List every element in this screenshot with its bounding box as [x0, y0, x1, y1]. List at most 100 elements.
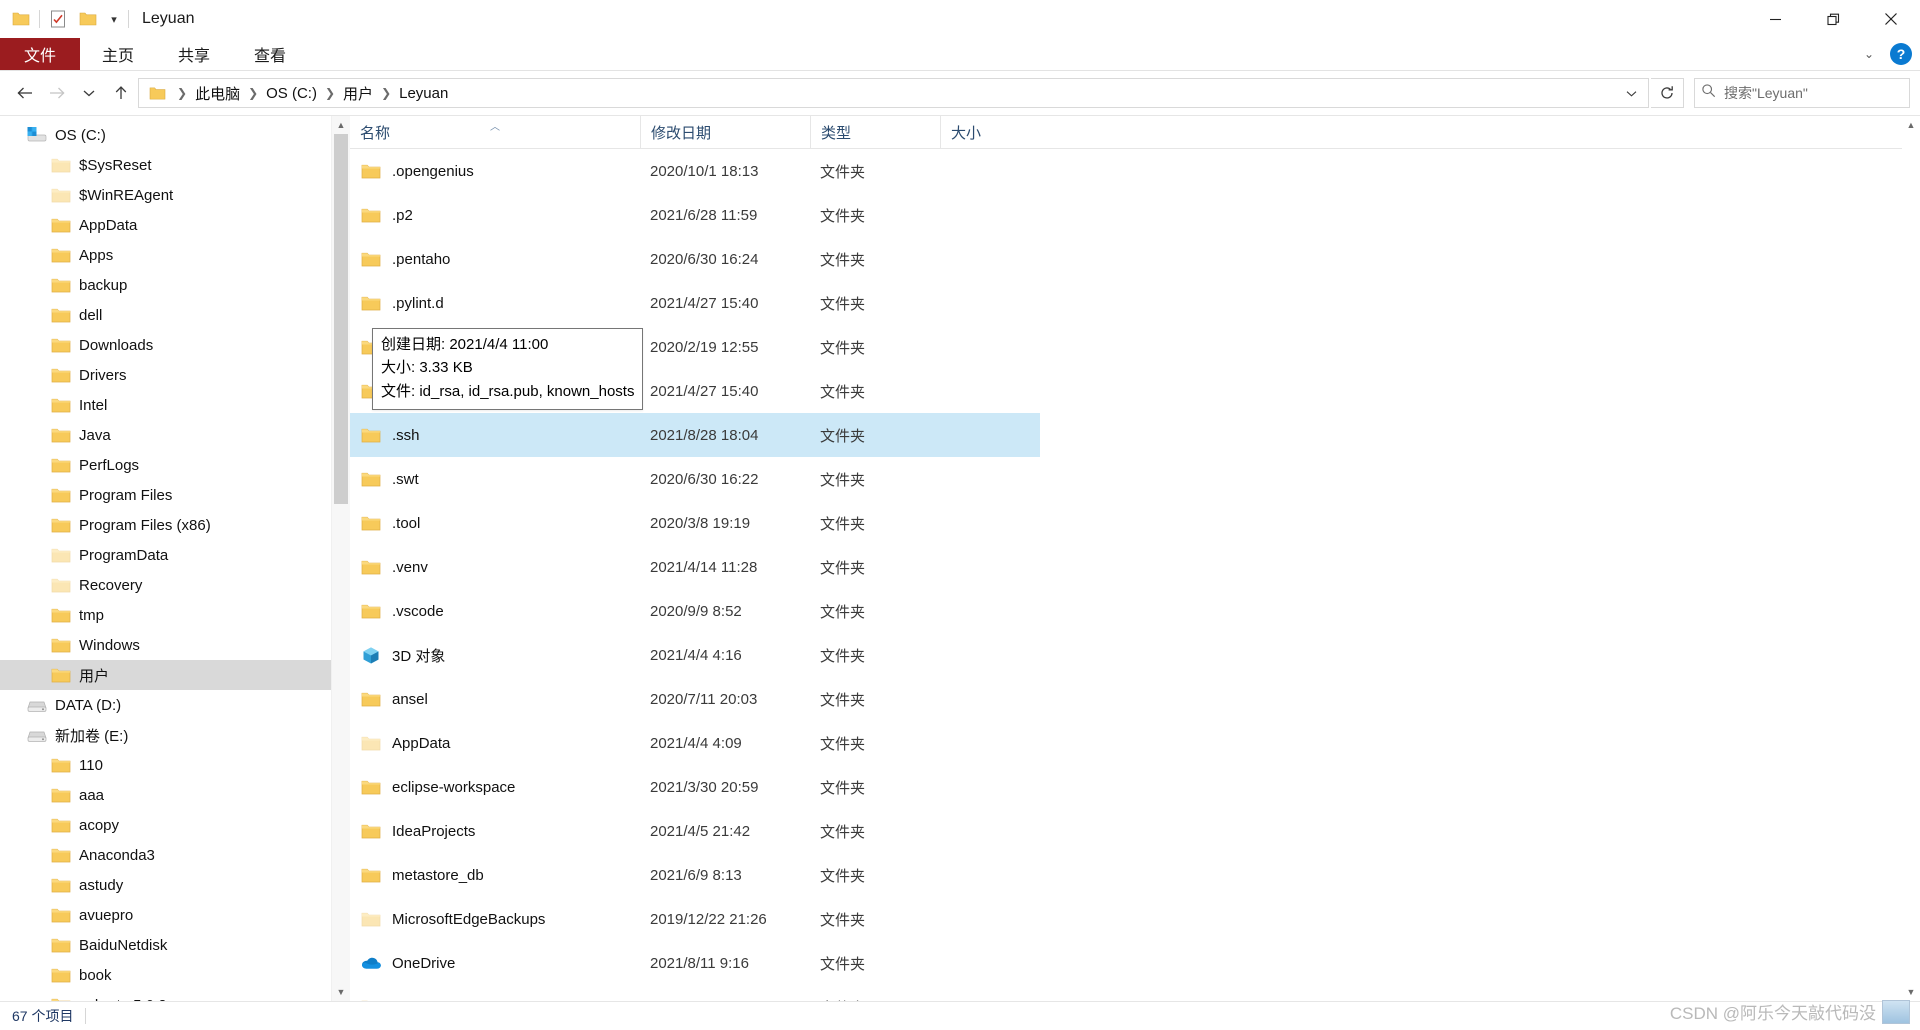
file-name-cell[interactable]: .vscode	[350, 600, 640, 622]
table-row[interactable]: .ssh2021/8/28 18:04文件夹	[350, 413, 1920, 457]
table-row[interactable]: .pylint.d2021/4/27 15:40文件夹	[350, 281, 1920, 325]
table-row[interactable]: .swt2020/6/30 16:22文件夹	[350, 457, 1920, 501]
sidebar-item-os-c[interactable]: OS (C:)	[0, 120, 350, 150]
restore-icon[interactable]	[1804, 0, 1862, 38]
column-header-size[interactable]: 大小	[940, 116, 1040, 148]
file-name-cell[interactable]: AppData	[350, 732, 640, 754]
breadcrumb-item-os-c[interactable]: OS (C:)	[264, 85, 319, 102]
sidebar-item-110[interactable]: 110	[0, 750, 350, 780]
file-name-cell[interactable]: ansel	[350, 688, 640, 710]
sidebar-item-windows[interactable]: Windows	[0, 630, 350, 660]
column-header-name[interactable]: 名称︿	[350, 116, 640, 148]
folder-icon[interactable]	[6, 4, 36, 34]
scroll-track[interactable]	[332, 134, 350, 983]
sidebar-item-dell[interactable]: dell	[0, 300, 350, 330]
table-row[interactable]: .tool2020/3/8 19:19文件夹	[350, 501, 1920, 545]
breadcrumb-separator[interactable]: ❯	[319, 86, 341, 100]
sidebar-item-appdata[interactable]: AppData	[0, 210, 350, 240]
refresh-icon[interactable]	[1651, 78, 1684, 108]
sidebar-item-winreagent[interactable]: $WinREAgent	[0, 180, 350, 210]
scroll-up-icon[interactable]: ▲	[332, 116, 350, 134]
search-input[interactable]: 搜索"Leyuan"	[1694, 78, 1910, 108]
sidebar-item-用户[interactable]: 用户	[0, 660, 350, 690]
sidebar-item-baidunetdisk[interactable]: BaiduNetdisk	[0, 930, 350, 960]
table-row[interactable]: .pentaho2020/6/30 16:24文件夹	[350, 237, 1920, 281]
sidebar-item-aaa[interactable]: aaa	[0, 780, 350, 810]
scroll-down-icon[interactable]: ▼	[332, 983, 350, 1001]
sidebar-item-astudy[interactable]: astudy	[0, 870, 350, 900]
sidebar-item-drivers[interactable]: Drivers	[0, 360, 350, 390]
file-name-cell[interactable]: .p2	[350, 204, 640, 226]
column-header-type[interactable]: 类型	[810, 116, 940, 148]
file-name-cell[interactable]: eclipse-workspace	[350, 776, 640, 798]
close-icon[interactable]	[1862, 0, 1920, 38]
forward-arrow-icon[interactable]	[42, 78, 72, 108]
sidebar-item-programdata[interactable]: ProgramData	[0, 540, 350, 570]
sidebar-item-perflogs[interactable]: PerfLogs	[0, 450, 350, 480]
file-name-cell[interactable]: .swt	[350, 468, 640, 490]
sidebar-item-apps[interactable]: Apps	[0, 240, 350, 270]
file-name-cell[interactable]: .pylint.d	[350, 292, 640, 314]
scroll-thumb[interactable]	[334, 134, 348, 504]
chevron-down-icon[interactable]: ⌄	[1858, 47, 1880, 61]
sidebar-item-backup[interactable]: backup	[0, 270, 350, 300]
table-row[interactable]: OneDrive2021/8/11 9:16文件夹	[350, 941, 1920, 985]
file-name-cell[interactable]: .opengenius	[350, 160, 640, 182]
quick-access-dropdown-icon[interactable]: ▾	[103, 4, 125, 34]
table-row[interactable]: ansel2020/7/11 20:03文件夹	[350, 677, 1920, 721]
tab-share[interactable]: 共享	[156, 38, 232, 70]
properties-icon[interactable]	[43, 4, 73, 34]
tab-view[interactable]: 查看	[232, 38, 308, 70]
file-name-cell[interactable]: .pentaho	[350, 248, 640, 270]
sidebar-item-tmp[interactable]: tmp	[0, 600, 350, 630]
sidebar-item-avuepro[interactable]: avuepro	[0, 900, 350, 930]
file-name-cell[interactable]: OneDrive	[350, 952, 640, 974]
chevron-down-icon[interactable]	[1618, 80, 1644, 106]
file-name-cell[interactable]: MicrosoftEdgeBackups	[350, 908, 640, 930]
navigation-scrollbar[interactable]: ▲ ▼	[331, 116, 350, 1001]
breadcrumb-item-leyuan[interactable]: Leyuan	[397, 85, 450, 102]
table-row[interactable]: .venv2021/4/14 11:28文件夹	[350, 545, 1920, 589]
file-name-cell[interactable]: 3D 对象	[350, 644, 640, 666]
sidebar-item-anaconda3[interactable]: Anaconda3	[0, 840, 350, 870]
file-name-cell[interactable]: .tool	[350, 512, 640, 534]
table-row[interactable]: .opengenius2020/10/1 18:13文件夹	[350, 149, 1920, 193]
table-row[interactable]: eclipse-workspace2021/3/30 20:59文件夹	[350, 765, 1920, 809]
address-input[interactable]: ❯ 此电脑 ❯ OS (C:) ❯ 用户 ❯ Leyuan	[138, 78, 1649, 108]
minimize-icon[interactable]	[1746, 0, 1804, 38]
sidebar-item-acopy[interactable]: acopy	[0, 810, 350, 840]
sidebar-item-sysreset[interactable]: $SysReset	[0, 150, 350, 180]
column-header-date[interactable]: 修改日期	[640, 116, 810, 148]
tab-file[interactable]: 文件	[0, 38, 80, 70]
file-name-cell[interactable]: metastore_db	[350, 864, 640, 886]
sidebar-item-intel[interactable]: Intel	[0, 390, 350, 420]
sidebar-item-echarts-5-0-2[interactable]: echarts-5.0.2	[0, 990, 350, 1001]
file-name-cell[interactable]: .venv	[350, 556, 640, 578]
sidebar-item-book[interactable]: book	[0, 960, 350, 990]
new-folder-icon[interactable]	[73, 4, 103, 34]
table-row[interactable]: 3D 对象2021/4/4 4:16文件夹	[350, 633, 1920, 677]
scroll-up-icon[interactable]: ▲	[1902, 116, 1920, 134]
recent-locations-icon[interactable]	[74, 78, 104, 108]
breadcrumb-separator[interactable]: ❯	[171, 86, 193, 100]
sidebar-item-data-d[interactable]: DATA (D:)	[0, 690, 350, 720]
file-list-scrollbar[interactable]: ▲ ▼	[1902, 116, 1920, 1001]
file-name-cell[interactable]: .ssh	[350, 424, 640, 446]
table-row[interactable]: IdeaProjects2021/4/5 21:42文件夹	[350, 809, 1920, 853]
table-row[interactable]: .vscode2020/9/9 8:52文件夹	[350, 589, 1920, 633]
breadcrumb-separator[interactable]: ❯	[242, 86, 264, 100]
up-arrow-icon[interactable]	[106, 78, 136, 108]
sidebar-item-downloads[interactable]: Downloads	[0, 330, 350, 360]
sidebar-item-java[interactable]: Java	[0, 420, 350, 450]
sidebar-item-program-files[interactable]: Program Files	[0, 480, 350, 510]
breadcrumb-separator[interactable]: ❯	[375, 86, 397, 100]
sidebar-item-recovery[interactable]: Recovery	[0, 570, 350, 600]
table-row[interactable]: .p22021/6/28 11:59文件夹	[350, 193, 1920, 237]
table-row[interactable]: metastore_db2021/6/9 8:13文件夹	[350, 853, 1920, 897]
sidebar-item-新加卷-e[interactable]: 新加卷 (E:)	[0, 720, 350, 750]
back-arrow-icon[interactable]	[10, 78, 40, 108]
breadcrumb-item-users[interactable]: 用户	[341, 83, 375, 104]
sidebar-item-program-files-x86[interactable]: Program Files (x86)	[0, 510, 350, 540]
table-row[interactable]: AppData2021/4/4 4:09文件夹	[350, 721, 1920, 765]
table-row[interactable]: MicrosoftEdgeBackups2019/12/22 21:26文件夹	[350, 897, 1920, 941]
